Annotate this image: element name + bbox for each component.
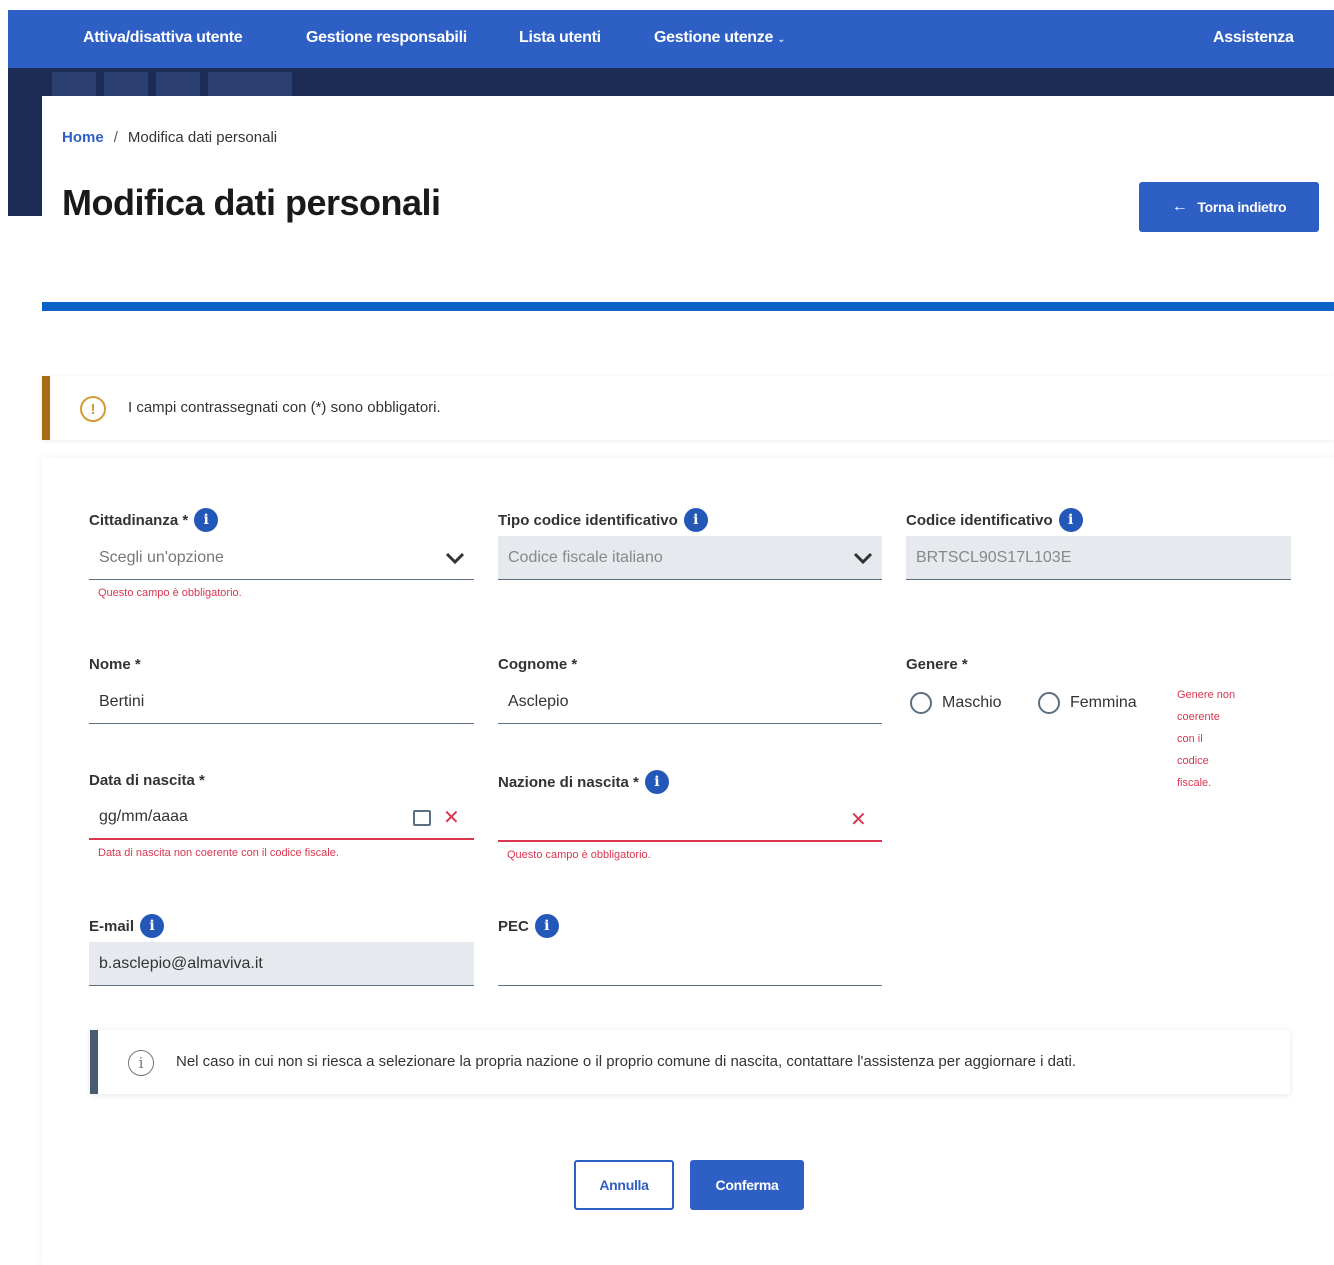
tipo-codice-label-group: Tipo codice identificativo i: [498, 508, 708, 532]
genere-label: Genere *: [906, 656, 968, 673]
breadcrumb: Home / Modifica dati personali: [62, 129, 277, 146]
data-nascita-placeholder: gg/mm/aaaa: [99, 808, 188, 825]
hero-decoration: [156, 72, 200, 96]
info-icon[interactable]: i: [644, 770, 669, 794]
info-icon[interactable]: i: [683, 508, 708, 532]
clear-icon[interactable]: ✕: [850, 807, 867, 832]
chevron-down-icon: [445, 552, 465, 565]
nome-input[interactable]: Bertini: [89, 680, 474, 724]
cognome-value: Asclepio: [508, 692, 569, 710]
nav-item-gestione-utenze-label: Gestione utenze: [654, 29, 774, 46]
codice-label: Codice identificativo: [906, 511, 1053, 529]
breadcrumb-home-link[interactable]: Home: [62, 129, 104, 146]
data-nascita-label: Data di nascita *: [89, 772, 205, 789]
tipo-codice-select: Codice fiscale italiano: [498, 536, 882, 580]
cittadinanza-error: Questo campo è obbligatorio.: [98, 587, 242, 599]
email-field: b.asclepio@almaviva.it: [89, 942, 474, 986]
breadcrumb-current: Modifica dati personali: [127, 129, 278, 146]
codice-value: BRTSCL90S17L103E: [916, 548, 1072, 566]
info-outline-icon: i: [128, 1050, 154, 1076]
cancel-button[interactable]: Annulla: [574, 1160, 674, 1210]
tipo-codice-value: Codice fiscale italiano: [508, 548, 663, 566]
info-icon[interactable]: i: [1058, 508, 1083, 532]
page-root: Attiva/disattiva utente Gestione respons…: [0, 0, 1334, 1265]
nazione-nascita-label-group: Nazione di nascita * i: [498, 770, 669, 794]
section-divider: [42, 302, 1334, 311]
top-navigation: Attiva/disattiva utente Gestione respons…: [8, 10, 1334, 68]
info-callout: i Nel caso in cui non si riesca a selezi…: [90, 1030, 1290, 1094]
arrow-left-icon: ←: [1171, 198, 1188, 215]
nav-item-lista-utenti[interactable]: Lista utenti: [519, 29, 601, 47]
codice-field: BRTSCL90S17L103E: [906, 536, 1291, 580]
required-fields-notice: ! I campi contrassegnati con (*) sono ob…: [42, 376, 1334, 440]
breadcrumb-separator: /: [113, 129, 118, 146]
pec-label: PEC: [498, 917, 529, 935]
data-nascita-input[interactable]: gg/mm/aaaa ✕: [89, 796, 474, 840]
nome-label: Nome *: [89, 656, 141, 673]
codice-label-group: Codice identificativo i: [906, 508, 1083, 532]
cognome-label: Cognome *: [498, 656, 578, 673]
cognome-label-group: Cognome *: [498, 656, 577, 673]
nazione-nascita-error: Questo campo è obbligatorio.: [507, 849, 651, 861]
email-value: b.asclepio@almaviva.it: [99, 954, 263, 972]
hero-decoration: [208, 72, 292, 96]
radio-femmina-label: Femmina: [1070, 694, 1137, 711]
data-nascita-error: Data di nascita non coerente con il codi…: [98, 847, 339, 859]
chevron-down-icon: [853, 552, 873, 565]
cittadinanza-label-group: Cittadinanza * i: [89, 508, 219, 532]
nome-value: Bertini: [99, 692, 145, 710]
tipo-codice-label: Tipo codice identificativo: [498, 511, 678, 529]
nazione-nascita-input[interactable]: ✕: [498, 798, 882, 842]
pec-input[interactable]: [498, 942, 882, 986]
info-icon[interactable]: i: [534, 914, 559, 938]
radio-circle[interactable]: [1038, 692, 1060, 714]
hero-decoration: [52, 72, 96, 96]
cittadinanza-label: Cittadinanza *: [89, 511, 189, 529]
radio-maschio[interactable]: Maschio: [910, 692, 1002, 714]
cittadinanza-select[interactable]: Scegli un'opzione: [89, 536, 474, 580]
clear-icon[interactable]: ✕: [443, 805, 460, 830]
hero-decoration: [104, 72, 148, 96]
page-title: Modifica dati personali: [62, 182, 441, 223]
nav-item-gestione-utenze[interactable]: Gestione utenze ⌄: [654, 29, 785, 47]
notice-text: I campi contrassegnati con (*) sono obbl…: [128, 399, 441, 416]
nav-item-gestione-responsabili[interactable]: Gestione responsabili: [306, 29, 467, 47]
radio-femmina[interactable]: Femmina: [1038, 692, 1137, 714]
email-label: E-mail: [89, 917, 135, 935]
info-icon[interactable]: i: [194, 508, 219, 532]
radio-circle[interactable]: [910, 692, 932, 714]
nav-item-attiva-disattiva[interactable]: Attiva/disattiva utente: [83, 29, 243, 47]
genere-label-group: Genere *: [906, 656, 968, 673]
nome-label-group: Nome *: [89, 656, 141, 673]
radio-maschio-label: Maschio: [942, 694, 1002, 711]
cittadinanza-placeholder: Scegli un'opzione: [99, 548, 224, 566]
genere-error: Genere non coerente con il codice fiscal…: [1177, 689, 1236, 789]
back-button[interactable]: ← Torna indietro: [1139, 182, 1319, 232]
data-nascita-label-group: Data di nascita *: [89, 772, 205, 789]
confirm-button[interactable]: Conferma: [690, 1160, 804, 1210]
back-button-label: Torna indietro: [1197, 199, 1287, 215]
cognome-input[interactable]: Asclepio: [498, 680, 882, 724]
info-callout-text: Nel caso in cui non si riesca a selezion…: [176, 1053, 1077, 1070]
nazione-nascita-label: Nazione di nascita *: [498, 773, 639, 791]
info-icon[interactable]: i: [140, 914, 165, 938]
hero-banner: [8, 68, 1334, 96]
warning-icon: !: [80, 396, 106, 422]
pec-label-group: PEC i: [498, 914, 559, 938]
email-label-group: E-mail i: [89, 914, 165, 938]
chevron-down-icon: ⌄: [777, 34, 786, 45]
nav-item-assistenza[interactable]: Assistenza: [1213, 29, 1294, 47]
calendar-icon[interactable]: [413, 810, 431, 826]
hero-side-decoration: [8, 96, 42, 216]
